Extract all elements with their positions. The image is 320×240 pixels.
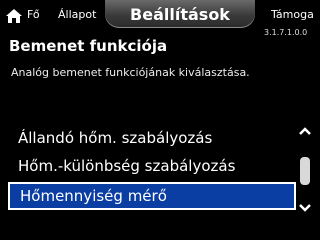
chevron-down-icon[interactable] (298, 198, 312, 212)
top-navigation: Fő Állapot Beállítások Támoga 3.1.7.1.0.… (0, 0, 320, 37)
option-label: Hőm.-különbség szabályozás (18, 157, 236, 175)
tab-settings[interactable]: Beállítások (105, 0, 255, 28)
option-list: Állandó hőm. szabályozás Hőm.-különbség … (8, 124, 296, 210)
version-number: 3.1.7.1.0.0 (264, 28, 308, 37)
tab-settings-label: Beállítások (130, 5, 230, 24)
option-label: Hőmennyiség mérő (20, 187, 167, 205)
tab-support[interactable]: Támoga (271, 8, 314, 21)
option-heat-meter[interactable]: Hőmennyiség mérő (8, 182, 296, 210)
tab-home[interactable]: Fő (27, 8, 40, 21)
option-constant-temperature[interactable]: Állandó hőm. szabályozás (8, 124, 296, 152)
option-differential-temperature[interactable]: Hőm.-különbség szabályozás (8, 152, 296, 180)
page-title: Bemenet funkciója (9, 37, 168, 55)
page-description: Analóg bemenet funkciójának kiválasztása… (11, 66, 250, 79)
chevron-up-icon[interactable] (298, 121, 312, 135)
scrollbar-thumb[interactable] (300, 157, 310, 185)
tab-status[interactable]: Állapot (58, 8, 96, 21)
home-icon[interactable] (5, 8, 23, 24)
option-label: Állandó hőm. szabályozás (18, 129, 213, 147)
